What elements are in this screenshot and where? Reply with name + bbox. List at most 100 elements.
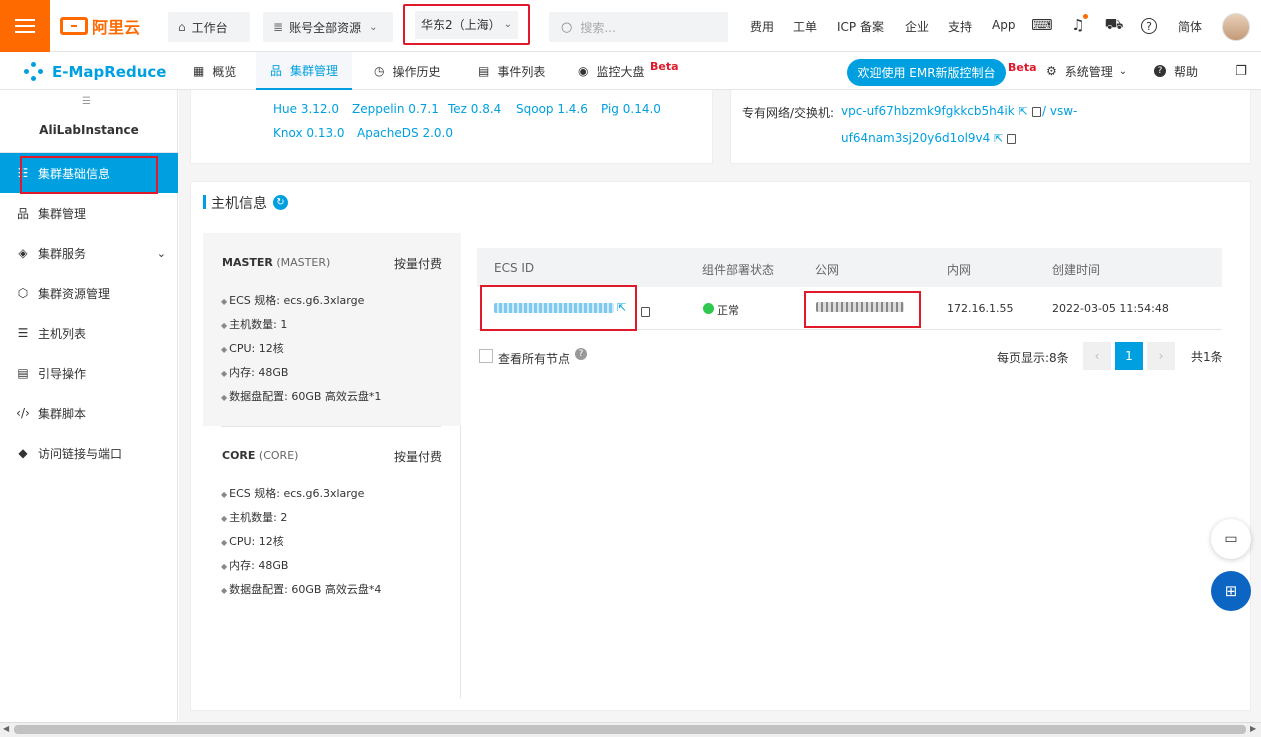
group-title-core[interactable]: CORE (CORE) [222, 449, 298, 462]
sidebar-item-cluster-management[interactable]: 品集群管理 [0, 193, 178, 233]
nav-billing[interactable]: 费用 [750, 18, 774, 35]
nav-app[interactable]: App [992, 18, 1015, 32]
tab-label: 概览 [212, 64, 237, 79]
tab-overview[interactable]: ▦ 概览 [193, 52, 236, 90]
chat-button[interactable]: ▭ [1211, 519, 1251, 559]
terminal-icon[interactable]: ⌨ [1031, 16, 1053, 34]
system-label: 系统管理 [1064, 64, 1113, 79]
component-tag: Knox 0.13.0 [273, 126, 345, 140]
group-type: (MASTER) [276, 256, 331, 269]
region-selector[interactable]: 华东2（上海） ⌄ [403, 4, 530, 45]
spec-text: 内存: 48GB [229, 366, 289, 379]
nav-support[interactable]: 支持 [948, 18, 972, 35]
collapse-icon[interactable]: ☰ [82, 96, 91, 107]
chevron-down-icon: ⌄ [503, 19, 512, 30]
chat-icon: ▭ [1224, 531, 1238, 547]
deploy-status: 正常 [717, 304, 739, 317]
separator: / vsw- [1042, 104, 1078, 118]
list-icon: ≣ [273, 20, 284, 34]
box-icon: ⬡ [17, 286, 29, 300]
beta-badge: Beta [1008, 61, 1037, 74]
highlight-box [20, 156, 158, 194]
next-page-button[interactable]: › [1147, 342, 1175, 370]
help-menu[interactable]: ? 帮助 [1154, 52, 1198, 90]
nav-enterprise[interactable]: 企业 [905, 18, 929, 35]
logo-text: 阿里云 [92, 18, 141, 37]
nav-tickets[interactable]: 工单 [793, 18, 817, 35]
spec-row: ◆ CPU: 12核 [221, 342, 284, 355]
sidebar-item-label: 引导操作 [38, 366, 87, 381]
help-icon: ? [1154, 65, 1166, 77]
refresh-icon[interactable]: ↻ [273, 195, 288, 210]
sidebar-item-hosts[interactable]: ☰ 主机列表 [0, 313, 178, 353]
vpc-id: vpc-uf67hbzmk9fgkkcb5h4ik [841, 104, 1015, 118]
scroll-right-icon[interactable]: ▶ [1250, 724, 1256, 733]
group-title-master[interactable]: MASTER (MASTER) [222, 256, 330, 269]
show-all-checkbox[interactable] [479, 349, 493, 363]
highlight-box [804, 291, 921, 328]
column-header: 内网 [947, 263, 972, 277]
sidebar-item-label: 集群管理 [38, 206, 87, 221]
prev-page-button[interactable]: ‹ [1083, 342, 1111, 370]
vsw-id: uf64nam3sj20y6d1ol9v4 [841, 131, 991, 145]
sidebar-item-resources[interactable]: ⬡ 集群资源管理 [0, 273, 178, 313]
show-all-label[interactable]: 查看所有节点 [498, 350, 570, 367]
apps-button[interactable]: ⊞ [1211, 571, 1251, 611]
chevron-down-icon: ⌄ [156, 246, 166, 260]
column-header: ECS ID [494, 261, 535, 275]
language-switch[interactable]: 简体 [1178, 18, 1202, 35]
copy-icon[interactable] [1031, 106, 1041, 117]
vsw-link[interactable]: uf64nam3sj20y6d1ol9v4 ⇱ [841, 131, 1017, 145]
section-title: 主机信息 [211, 196, 267, 212]
spec-text: 数据盘配置: 60GB 高效云盘*4 [229, 583, 382, 596]
divider [221, 426, 441, 427]
system-management-menu[interactable]: ⚙ 系统管理 ⌄ [1046, 52, 1127, 90]
resources-dropdown[interactable]: ≣ 账号全部资源 ⌄ [263, 12, 393, 42]
spec-text: 数据盘配置: 60GB 高效云盘*1 [229, 390, 382, 403]
nav-icp[interactable]: ICP 备案 [837, 18, 884, 35]
tab-label: 操作历史 [392, 64, 441, 79]
page-button[interactable]: 1 [1115, 342, 1143, 370]
gear-icon: ⚙ [1046, 64, 1057, 78]
component-tag: Zeppelin 0.7.1 [352, 102, 439, 116]
sidebar-item-access-links[interactable]: ◆ 访问链接与端口 [0, 433, 178, 473]
spec-text: 主机数量: 1 [229, 318, 288, 331]
copy-icon[interactable] [641, 306, 650, 317]
spec-text: 内存: 48GB [229, 559, 289, 572]
sidebar-item-label: 集群资源管理 [38, 286, 111, 301]
aliyun-logo-icon [60, 17, 88, 35]
sidebar-item-scripts[interactable]: ‹/› 集群脚本 [0, 393, 178, 433]
hamburger-menu-button[interactable] [0, 0, 50, 52]
avatar[interactable] [1222, 13, 1250, 41]
search-input[interactable]: ○ 搜索... [549, 12, 728, 42]
tab-cluster-management[interactable]: 品集群管理 [256, 52, 353, 90]
tab-events[interactable]: ▤ 事件列表 [478, 52, 545, 90]
server-icon: ☰ [17, 326, 29, 340]
payment-type: 按量付费 [394, 257, 443, 271]
tab-monitor[interactable]: ◉ 监控大盘 Beta [578, 52, 679, 90]
scroll-left-icon[interactable]: ◀ [3, 724, 9, 733]
help-icon[interactable]: ? [575, 348, 587, 360]
component-tag: Sqoop 1.4.6 [516, 102, 588, 116]
code-icon: ‹/› [16, 406, 30, 420]
copy-icon[interactable] [1007, 133, 1017, 144]
grid-icon: ▦ [193, 64, 205, 78]
window-icon[interactable]: ❐ [1232, 62, 1250, 80]
sidebar-item-bootstrap[interactable]: ▤ 引导操作 [0, 353, 178, 393]
list-icon: ▤ [478, 64, 490, 78]
cart-icon[interactable]: ⛟ [1105, 15, 1124, 34]
new-console-button[interactable]: 欢迎使用 EMR新版控制台 [847, 59, 1006, 86]
workbench-button[interactable]: ⌂ 工作台 [168, 12, 250, 42]
vpc-link[interactable]: vpc-uf67hbzmk9fgkkcb5h4ik ⇱ [841, 104, 1041, 118]
spec-text: 主机数量: 2 [229, 511, 288, 524]
emr-logo[interactable]: E-MapReduce [24, 62, 166, 82]
scrollbar-thumb[interactable] [14, 725, 1246, 734]
help-icon[interactable]: ? [1141, 18, 1157, 34]
sidebar-item-cluster-services[interactable]: ◈ 集群服务 ⌄ [0, 233, 178, 273]
tab-history[interactable]: ◷ 操作历史 [374, 52, 441, 90]
page-size: 每页显示:8条 [997, 351, 1069, 365]
network-label: 专有网络/交换机: [742, 106, 835, 120]
title-accent [203, 195, 206, 209]
aliyun-logo[interactable]: 阿里云 [60, 14, 140, 38]
search-icon: ○ [561, 19, 573, 35]
